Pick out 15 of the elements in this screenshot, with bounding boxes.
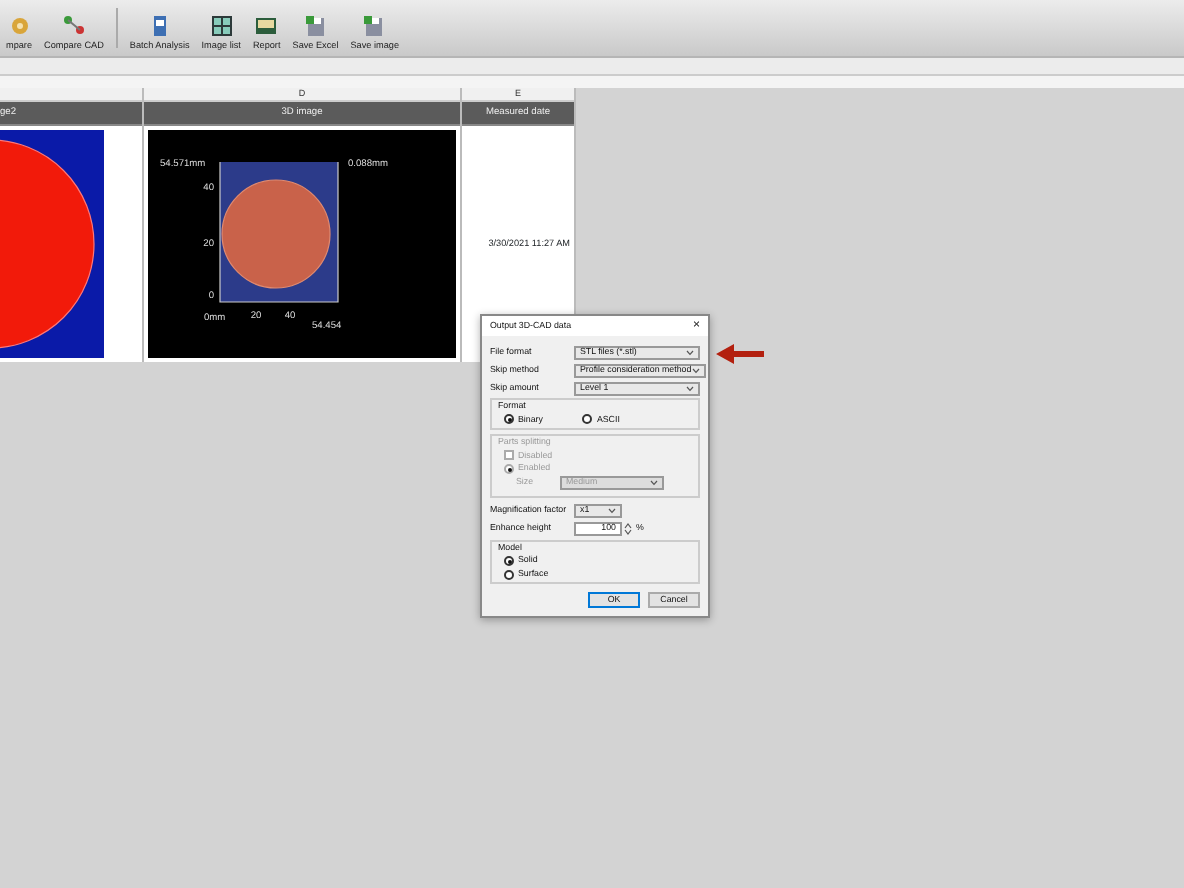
- radio-button[interactable]: [504, 414, 514, 425]
- caret-icon: [686, 349, 694, 355]
- caret-icon: [686, 385, 694, 391]
- radio-button[interactable]: [582, 414, 593, 425]
- grid-icon: [209, 14, 234, 38]
- radio-button[interactable]: [504, 556, 514, 567]
- caret-icon: [650, 480, 658, 487]
- gears-icon: [7, 14, 32, 38]
- shapes-icon: [61, 14, 86, 38]
- monitor-icon: [254, 14, 279, 38]
- spinner-icon[interactable]: [624, 522, 632, 537]
- caret-icon: [608, 508, 616, 515]
- radio-button[interactable]: [504, 569, 514, 580]
- arrow-icon: [714, 342, 764, 366]
- caret-icon: [691, 367, 700, 373]
